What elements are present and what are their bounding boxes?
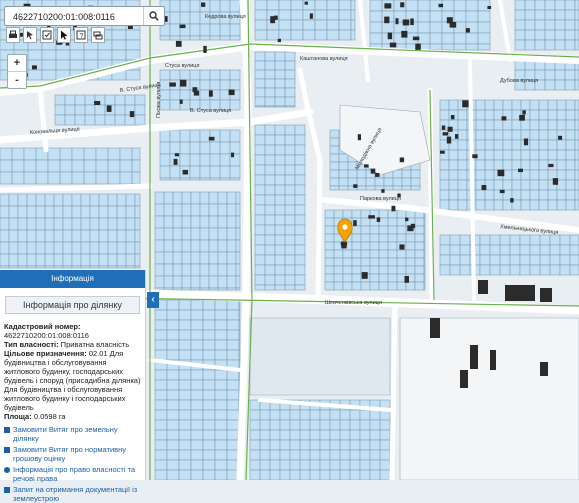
area-label: Площа: <box>4 412 32 421</box>
ownership-value: Приватна власність <box>60 340 130 349</box>
svg-text:?: ? <box>80 33 84 40</box>
street-label-right-top: Каштанова вулиця <box>300 56 348 62</box>
cadastral-row: Кадастровий номер: <box>0 322 145 331</box>
panel-header[interactable]: Інформація <box>0 270 145 288</box>
street-label-stus1: Стуса вулиця <box>165 63 199 69</box>
cadastral-value: 4622710200:01:008:0116 <box>4 331 89 340</box>
print-icon <box>9 30 17 38</box>
edit-icon <box>42 30 52 40</box>
purpose-row: Цільове призначення: 02.01 Для будівницт… <box>0 349 145 412</box>
order-extract-link[interactable]: Замовити Витяг про земельну ділянку <box>0 425 145 443</box>
link-label: Інформація про право власності та речові… <box>13 465 136 483</box>
map-toolbar: ? <box>6 27 105 46</box>
link-label: Замовити Витяг про нормативну грошову оц… <box>13 445 127 463</box>
ownership-info-link[interactable]: Інформація про право власності та речові… <box>0 465 145 483</box>
area-value: 0.0598 га <box>33 412 66 421</box>
info-icon: ? <box>76 30 86 40</box>
ownership-row: Тип власності: Приватна власність <box>0 340 145 349</box>
search-box[interactable] <box>4 6 165 26</box>
street-label-top: Кедрова вулиця <box>205 14 246 20</box>
zoom-control: + - <box>7 54 27 89</box>
info-panel: Інформація Інформація про ділянку Кадаст… <box>0 270 146 503</box>
panel-title: Інформація про ділянку <box>5 296 140 314</box>
purpose-label: Цільове призначення: <box>4 349 87 358</box>
cadastral-label: Кадастровий номер: <box>4 322 81 331</box>
panel-links: Замовити Витяг про земельну ділянку Замо… <box>0 425 145 503</box>
chevron-left-icon: ‹ <box>151 294 155 305</box>
search-icon <box>149 11 159 21</box>
link-label: Запит на отримання документації із земле… <box>13 485 138 503</box>
area-row: Площа: 0.0598 га <box>0 412 145 421</box>
order-valuation-link[interactable]: Замовити Витяг про нормативну грошову оц… <box>0 445 145 463</box>
pointer-icon <box>61 30 68 40</box>
purpose-value: 02.01 Для будівництва і обслуговування ж… <box>4 349 141 412</box>
edit-button[interactable] <box>40 27 54 43</box>
cursor-icon <box>27 31 33 40</box>
street-label-pikhova: Піхова вулиця <box>156 82 162 118</box>
street-label-stus3: В. Стуса вулиця <box>190 108 231 114</box>
document-icon <box>4 427 10 433</box>
layers-button[interactable] <box>91 27 105 43</box>
zoom-in-button[interactable]: + <box>8 55 26 71</box>
ownership-label: Тип власності: <box>4 340 59 349</box>
link-label: Замовити Витяг про земельну ділянку <box>13 425 118 443</box>
zoom-out-button[interactable]: - <box>8 71 26 88</box>
street-label-bottom: Шевченківська вулиця <box>325 300 382 306</box>
layers-icon <box>93 31 103 40</box>
search-input[interactable] <box>5 8 149 26</box>
cursor-button[interactable] <box>23 27 37 43</box>
street-label-dubova: Дубова вулиця <box>500 78 538 84</box>
document-icon <box>4 487 10 493</box>
documentation-request-link[interactable]: Запит на отримання документації із земле… <box>0 485 145 503</box>
info-icon <box>4 467 10 473</box>
document-icon <box>4 447 10 453</box>
street-label-parkova: Паркова вулиця <box>360 196 401 202</box>
collapse-panel-button[interactable]: ‹ <box>147 292 159 308</box>
print-button[interactable] <box>6 27 20 43</box>
info-button[interactable]: ? <box>74 27 88 43</box>
pointer-button[interactable] <box>57 27 71 43</box>
search-button[interactable] <box>143 7 164 25</box>
